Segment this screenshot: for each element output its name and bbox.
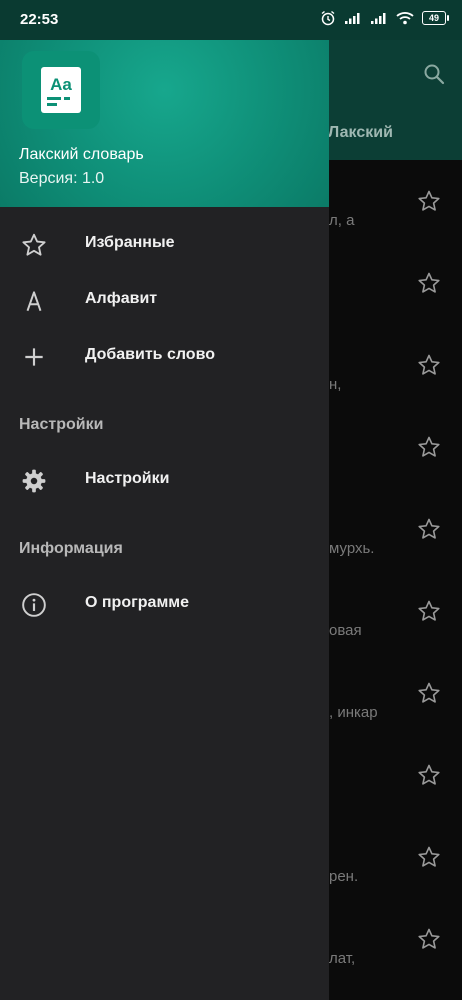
signal-icon-2 [371, 13, 386, 24]
list-item-snippet: рен. [329, 868, 359, 885]
star-outline-icon[interactable] [417, 271, 441, 295]
drawer-header: Aa Лакский словарь Версия: 1.0 [0, 40, 329, 207]
gear-icon [22, 469, 46, 493]
menu-item-favorites[interactable]: Избранные [0, 217, 329, 273]
star-outline-icon[interactable] [417, 353, 441, 377]
star-outline-icon [22, 233, 46, 256]
star-outline-icon[interactable] [417, 517, 441, 541]
status-bar: 22:53 49 [0, 0, 462, 40]
star-outline-icon[interactable] [417, 435, 441, 459]
alarm-icon [321, 10, 335, 26]
app-name: Лакский словарь [19, 146, 144, 163]
battery-icon: 49 [422, 11, 449, 25]
menu-item-about[interactable]: О программе [0, 577, 329, 633]
menu-item-add-word[interactable]: Добавить слово [0, 329, 329, 385]
status-icons: 49 [320, 10, 449, 26]
menu-item-label: Алфавит [85, 290, 158, 307]
star-outline-icon[interactable] [417, 845, 441, 869]
info-icon [22, 593, 46, 617]
list-item-snippet: л, а [329, 212, 355, 229]
star-outline-icon[interactable] [417, 681, 441, 705]
search-icon[interactable] [422, 62, 446, 86]
menu-item-label: О программе [85, 594, 190, 611]
star-outline-icon[interactable] [417, 927, 441, 951]
menu-item-label: Избранные [85, 234, 175, 251]
section-title-settings: Настройки [19, 416, 104, 433]
signal-icon [345, 13, 360, 24]
star-outline-icon[interactable] [417, 599, 441, 623]
wifi-icon [396, 12, 414, 25]
list-item-snippet: овая [329, 622, 362, 639]
svg-text:Aa: Aa [50, 75, 72, 94]
menu-item-alphabet[interactable]: Алфавит [0, 273, 329, 329]
letter-a-icon [26, 291, 42, 312]
menu-item-label: Настройки [85, 470, 170, 487]
app-logo-icon: Aa [22, 51, 100, 129]
menu-item-settings[interactable]: Настройки [0, 453, 329, 509]
star-outline-icon[interactable] [417, 763, 441, 787]
list-item-snippet: лат, [329, 950, 356, 967]
star-outline-icon[interactable] [417, 189, 441, 213]
status-time: 22:53 [20, 11, 59, 28]
plus-icon [25, 348, 43, 366]
section-title-info: Информация [19, 540, 123, 557]
list-item-snippet: н, [329, 376, 342, 393]
list-item-snippet: мурхь. [329, 540, 375, 557]
tab-laksky[interactable]: Лакский [328, 124, 393, 142]
app-version: Версия: 1.0 [19, 170, 105, 187]
list-item-snippet: , инкар [329, 704, 378, 721]
navigation-drawer: Aa Лакский словарь Версия: 1.0 Избранные… [0, 0, 329, 1000]
menu-item-label: Добавить слово [85, 346, 215, 363]
